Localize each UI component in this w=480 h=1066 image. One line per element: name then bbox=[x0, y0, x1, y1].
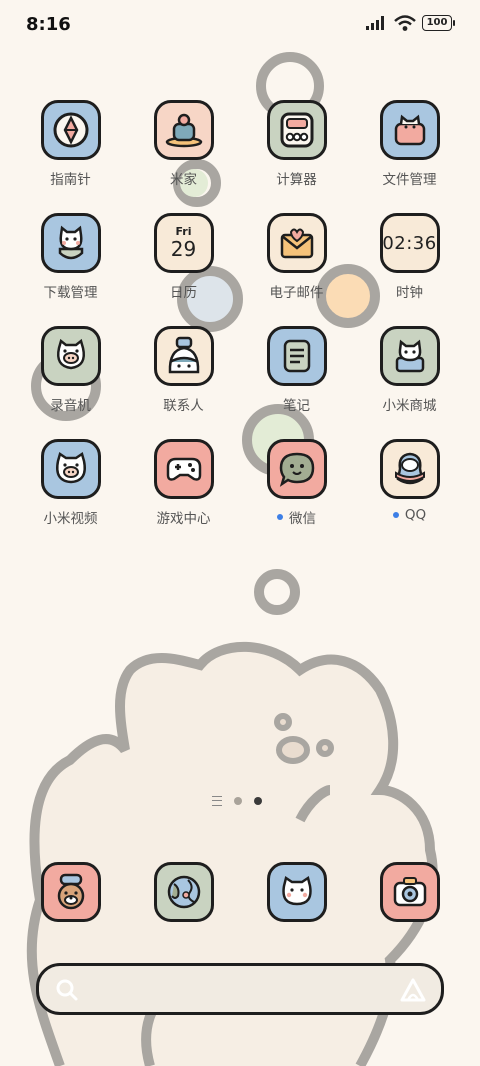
mail-envelope-icon bbox=[266, 213, 327, 273]
contacts-kid-icon bbox=[153, 326, 214, 386]
qq-penguin-icon bbox=[379, 439, 440, 499]
app-download-manager[interactable]: 下载管理 bbox=[14, 213, 127, 326]
notification-dot bbox=[392, 512, 399, 518]
notes-icon bbox=[266, 326, 327, 386]
app-label: 微信 bbox=[277, 507, 316, 527]
calendar-icon: Fri 29 bbox=[153, 213, 214, 273]
app-label: 电子邮件 bbox=[269, 285, 324, 301]
mi-video-pig-icon bbox=[40, 439, 101, 499]
app-mi-store[interactable]: 小米商城 bbox=[353, 326, 466, 439]
app-calendar[interactable]: Fri 29 日历 bbox=[127, 213, 240, 326]
compass-icon bbox=[40, 100, 101, 160]
app-compass[interactable]: 指南针 bbox=[14, 100, 127, 213]
calculator-icon bbox=[266, 100, 327, 160]
app-label: 下载管理 bbox=[43, 285, 98, 301]
mi-store-cat-icon bbox=[379, 326, 440, 386]
search-bar[interactable] bbox=[36, 963, 444, 1015]
signal-icon bbox=[366, 16, 384, 30]
app-email[interactable]: 电子邮件 bbox=[240, 213, 353, 326]
app-label: 米家 bbox=[170, 172, 197, 188]
download-cat-icon bbox=[40, 213, 101, 273]
app-clock[interactable]: 02:36 时钟 bbox=[353, 213, 466, 326]
app-qq[interactable]: QQ bbox=[353, 439, 466, 552]
search-input[interactable] bbox=[91, 976, 385, 1004]
app-notes[interactable]: 笔记 bbox=[240, 326, 353, 439]
app-grid: 指南针 米家 计算器 文件管理 下载管理 Fri 29 日历 电子邮件 02:3… bbox=[14, 100, 466, 552]
status-bar: 8:16 100 bbox=[0, 0, 480, 50]
gamepad-icon bbox=[153, 439, 214, 499]
status-time: 8:16 bbox=[26, 14, 71, 35]
messages-cat-icon bbox=[266, 862, 327, 922]
assistant-icon[interactable] bbox=[399, 977, 427, 1003]
minus-one-screen-icon bbox=[212, 796, 222, 806]
app-label: 小米商城 bbox=[382, 398, 437, 414]
app-mijia[interactable]: 米家 bbox=[127, 100, 240, 213]
app-file-manager[interactable]: 文件管理 bbox=[353, 100, 466, 213]
status-icons: 100 bbox=[366, 15, 455, 31]
app-recorder[interactable]: 录音机 bbox=[14, 326, 127, 439]
app-label: QQ bbox=[392, 507, 426, 523]
file-folder-cat-icon bbox=[379, 100, 440, 160]
app-label: 指南针 bbox=[50, 172, 91, 188]
app-label: 录音机 bbox=[50, 398, 91, 414]
mijia-cake-icon bbox=[153, 100, 214, 160]
page-indicator[interactable] bbox=[212, 796, 262, 806]
page-dot bbox=[234, 797, 242, 805]
app-wechat[interactable]: 微信 bbox=[240, 439, 353, 552]
dock-camera[interactable] bbox=[353, 862, 466, 928]
phone-dog-icon bbox=[40, 862, 101, 922]
app-contacts[interactable]: 联系人 bbox=[127, 326, 240, 439]
app-label: 文件管理 bbox=[382, 172, 437, 188]
dock bbox=[14, 862, 466, 928]
calendar-date: 29 bbox=[170, 237, 197, 261]
app-label: 小米视频 bbox=[43, 511, 98, 527]
app-game-center[interactable]: 游戏中心 bbox=[127, 439, 240, 552]
app-mi-video[interactable]: 小米视频 bbox=[14, 439, 127, 552]
notification-dot bbox=[277, 514, 283, 520]
app-label: 时钟 bbox=[396, 285, 423, 301]
recorder-pig-icon bbox=[40, 326, 101, 386]
dock-browser[interactable] bbox=[127, 862, 240, 928]
page-dot-active bbox=[254, 797, 262, 805]
app-label: 联系人 bbox=[163, 398, 204, 414]
app-calculator[interactable]: 计算器 bbox=[240, 100, 353, 213]
app-label: 日历 bbox=[170, 285, 197, 301]
clock-icon: 02:36 bbox=[379, 213, 440, 273]
app-label: 计算器 bbox=[276, 172, 317, 188]
search-icon[interactable] bbox=[55, 978, 79, 1002]
app-label: 游戏中心 bbox=[156, 511, 211, 527]
dock-messages[interactable] bbox=[240, 862, 353, 928]
dock-phone[interactable] bbox=[14, 862, 127, 928]
clock-time: 02:36 bbox=[382, 232, 437, 254]
wechat-bubble-icon bbox=[266, 439, 327, 499]
wifi-icon bbox=[394, 15, 416, 31]
battery-indicator: 100 bbox=[422, 15, 455, 31]
globe-browser-icon bbox=[153, 862, 214, 922]
app-label: 笔记 bbox=[283, 398, 310, 414]
camera-icon bbox=[379, 862, 440, 922]
